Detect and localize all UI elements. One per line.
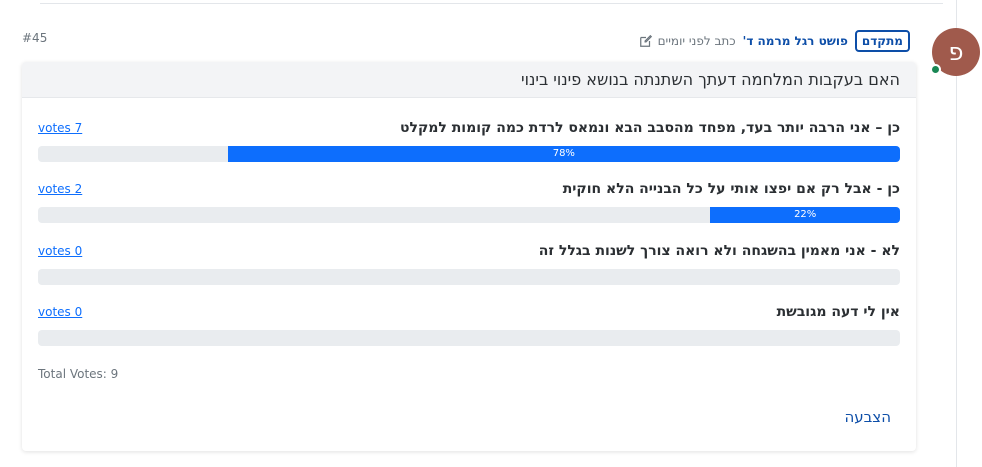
online-status-dot bbox=[930, 64, 941, 75]
progress-bar: 78% bbox=[38, 146, 900, 162]
total-votes: Total Votes: 9 bbox=[38, 367, 119, 381]
option-label: כן – אני הרבה יותר בעד, מפחד מהסבב הבא ו… bbox=[399, 120, 900, 136]
vote-button[interactable]: הצבעה bbox=[844, 408, 891, 426]
option-label: אין לי דעה מגובשת bbox=[776, 304, 900, 320]
edit-icon[interactable] bbox=[639, 34, 653, 48]
user-group-badge[interactable]: מתקדם bbox=[854, 30, 910, 52]
option-label: לא - אני מאמין בהשגחה ולא רואה צורך לשנו… bbox=[538, 243, 900, 259]
poll-option: votes 0 לא - אני מאמין בהשגחה ולא רואה צ… bbox=[38, 241, 900, 285]
post-number[interactable]: #45 bbox=[22, 31, 47, 45]
poll-question: האם בעקבות המלחמה דעתך השתנתה בנושא פינו… bbox=[22, 62, 916, 98]
option-label: כן - אבל רק אם יפצו אותי על כל הבנייה הל… bbox=[562, 181, 900, 197]
author-name[interactable]: פושט רגל מרמה ד' bbox=[743, 34, 848, 48]
poll-option: votes 7 כן – אני הרבה יותר בעד, מפחד מהס… bbox=[38, 118, 900, 162]
post-timestamp[interactable]: כתב לפני יומיים bbox=[658, 34, 736, 48]
votes-link[interactable]: votes 0 bbox=[38, 305, 82, 319]
votes-link[interactable]: votes 7 bbox=[38, 121, 82, 135]
progress-fill: 22% bbox=[710, 207, 900, 223]
progress-fill: 78% bbox=[227, 146, 900, 162]
poll-option: votes 2 כן - אבל רק אם יפצו אותי על כל ה… bbox=[38, 179, 900, 223]
progress-bar bbox=[38, 269, 900, 285]
votes-link[interactable]: votes 2 bbox=[38, 182, 82, 196]
top-divider bbox=[40, 3, 943, 4]
progress-bar: 22% bbox=[38, 207, 900, 223]
post-meta: מתקדם פושט רגל מרמה ד' כתב לפני יומיים bbox=[639, 28, 910, 54]
progress-bar bbox=[38, 330, 900, 346]
poll-card: האם בעקבות המלחמה דעתך השתנתה בנושא פינו… bbox=[22, 62, 916, 451]
poll-option: votes 0 אין לי דעה מגובשת bbox=[38, 302, 900, 346]
votes-link[interactable]: votes 0 bbox=[38, 244, 82, 258]
